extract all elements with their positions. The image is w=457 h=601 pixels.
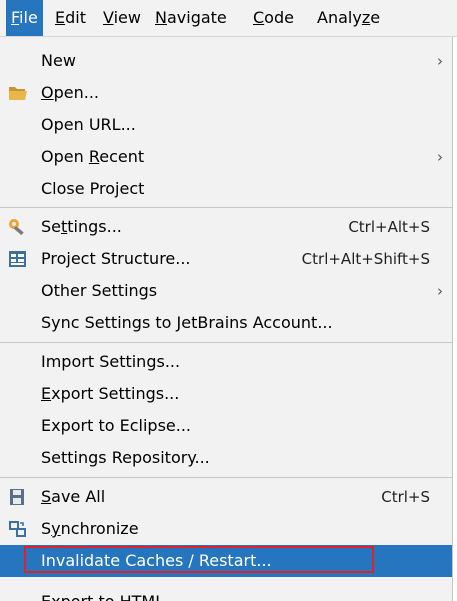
menu-item-label: Open... [41,83,99,102]
menu-item-label: Export to Eclipse... [41,416,191,435]
menubar-analyze[interactable]: Analyze [312,0,385,36]
menu-item-label: Sync Settings to JetBrains Account... [41,313,333,332]
menubar-edit[interactable]: Edit [50,0,91,36]
menu-item-export-settings[interactable]: Export Settings... [0,378,452,410]
menu-separator [0,342,452,343]
menu-item-label: Settings Repository... [41,448,210,467]
menu-item-label: New [41,51,76,70]
menu-item-open-url[interactable]: Open URL... [0,109,452,141]
chevron-right-icon: › [437,282,443,300]
menu-item-label: Save All [41,487,106,506]
file-menu-dropdown: New › Open... Open URL... Open Recent › … [0,37,453,601]
floppy-disk-icon [8,488,28,506]
menu-item-label: Import Settings... [41,352,181,371]
menu-item-label: Export Settings... [41,384,180,403]
menu-item-close-project[interactable]: Close Project [0,173,452,205]
menu-item-new[interactable]: New › [0,45,452,77]
menubar-navigate[interactable]: Navigate [150,0,232,36]
menu-item-open[interactable]: Open... [0,77,452,109]
menu-item-export-eclipse[interactable]: Export to Eclipse... [0,410,452,442]
menu-bar: File Edit View Navigate Code Analyze [0,0,457,37]
menu-item-label: Close Project [41,179,145,198]
menubar-code[interactable]: Code [248,0,299,36]
menubar-view[interactable]: View [98,0,146,36]
folder-open-icon [8,84,28,102]
menu-item-label: Export to HTML... [41,586,179,601]
menu-item-label: Open Recent [41,147,145,166]
chevron-right-icon: › [437,148,443,166]
menu-item-save-all[interactable]: Save All Ctrl+S [0,481,452,513]
menu-item-sync-settings[interactable]: Sync Settings to JetBrains Account... [0,307,452,339]
shortcut-label: Ctrl+Alt+Shift+S [301,250,430,268]
menu-item-invalidate-caches[interactable]: Invalidate Caches / Restart... [0,545,452,577]
menu-item-label: Project Structure... [41,249,191,268]
wrench-icon [8,218,28,236]
menu-item-import-settings[interactable]: Import Settings... [0,346,452,378]
chevron-right-icon: › [437,52,443,70]
menu-item-synchronize[interactable]: Synchronize [0,513,452,545]
menu-item-label: Other Settings [41,281,158,300]
menu-item-project-structure[interactable]: Project Structure... Ctrl+Alt+Shift+S [0,243,452,275]
menu-item-other-settings[interactable]: Other Settings › [0,275,452,307]
menu-item-label: Open URL... [41,115,136,134]
menu-separator [0,477,452,478]
menu-item-export-html[interactable]: Export to HTML... [0,586,452,601]
project-structure-icon [8,250,28,268]
menu-item-open-recent[interactable]: Open Recent › [0,141,452,173]
shortcut-label: Ctrl+Alt+S [348,218,430,236]
menubar-file[interactable]: File [6,0,43,36]
menu-separator [0,207,452,208]
menu-item-label: Settings... [41,217,122,236]
menu-item-label: Synchronize [41,519,139,538]
menu-item-settings-repository[interactable]: Settings Repository... [0,442,452,474]
shortcut-label: Ctrl+S [381,488,430,506]
menu-item-settings[interactable]: Settings... Ctrl+Alt+S [0,211,452,243]
sync-icon [8,520,28,538]
highlight-box [24,546,374,573]
